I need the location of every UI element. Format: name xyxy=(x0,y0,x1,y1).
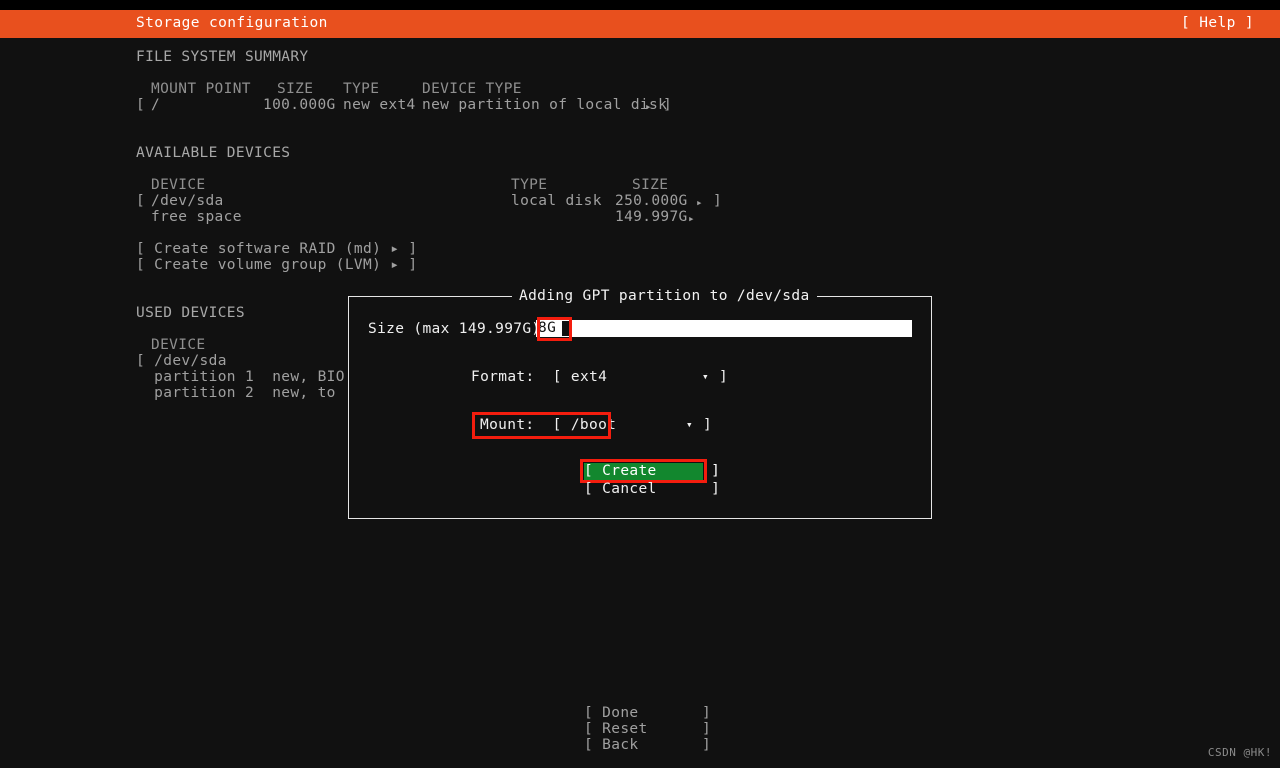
top-black-strip xyxy=(0,0,1280,10)
ad-col-device: DEVICE xyxy=(151,177,206,193)
watermark: CSDN @HK! xyxy=(1207,746,1272,759)
fs-row-open-bracket: [ xyxy=(136,97,146,113)
mount-label: Mount: xyxy=(480,417,535,433)
create-software-raid-button[interactable]: [ Create software RAID (md) ▸ ] xyxy=(136,241,417,257)
ud-col-device: DEVICE xyxy=(151,337,206,353)
size-label: Size (max 149.997G): xyxy=(368,321,550,337)
chevron-right-icon[interactable]: ▸ xyxy=(645,99,652,115)
fs-col-device-type: DEVICE TYPE xyxy=(422,81,522,97)
ad-row0-close-bracket: ] xyxy=(713,193,723,209)
ad-row0-type: local disk xyxy=(511,193,602,209)
app-header: Storage configuration [ Help ] xyxy=(0,10,1280,38)
ad-col-size: SIZE xyxy=(632,177,669,193)
mount-close-bracket: ] xyxy=(703,417,713,433)
help-button[interactable]: [ Help ] xyxy=(1181,15,1254,31)
mount-select[interactable]: Mount: [ /boot xyxy=(480,417,616,433)
table-row[interactable]: [ /dev/sda xyxy=(136,353,227,369)
ad-row0-open-bracket: [ xyxy=(136,193,146,209)
done-button[interactable]: [ Done ] xyxy=(584,705,711,721)
table-row[interactable]: partition 1 new, BIO xyxy=(136,369,345,385)
reset-button[interactable]: [ Reset ] xyxy=(584,721,711,737)
create-button[interactable]: [ Create ] xyxy=(584,463,720,480)
cancel-button[interactable]: [ Cancel ] xyxy=(584,481,720,497)
table-row[interactable]: partition 2 new, to xyxy=(136,385,336,401)
used-devices-heading: USED DEVICES xyxy=(136,305,245,321)
mount-value: /boot xyxy=(570,417,617,433)
format-value: ext4 xyxy=(570,369,608,385)
text-cursor xyxy=(562,321,571,336)
available-devices-heading: AVAILABLE DEVICES xyxy=(136,145,291,161)
mount-open-bracket: [ xyxy=(552,417,562,433)
size-input[interactable]: 8G xyxy=(536,320,912,337)
chevron-right-icon[interactable]: ▸ xyxy=(696,195,703,211)
size-input-value: 8G xyxy=(538,320,557,336)
chevron-right-icon[interactable]: ▸ xyxy=(688,211,695,227)
fs-row-device-type: new partition of local disk xyxy=(422,97,668,113)
table-row[interactable]: /dev/sda xyxy=(151,193,224,209)
format-label: Format: xyxy=(471,369,535,385)
fs-row-close-bracket: ] xyxy=(663,97,673,113)
create-volume-group-button[interactable]: [ Create volume group (LVM) ▸ ] xyxy=(136,257,417,273)
dialog-title: Adding GPT partition to /dev/sda xyxy=(512,288,817,304)
ad-col-type: TYPE xyxy=(511,177,548,193)
file-system-summary-heading: FILE SYSTEM SUMMARY xyxy=(136,49,309,65)
fs-row-type: new ext4 xyxy=(343,97,416,113)
table-row[interactable]: / xyxy=(151,97,160,113)
page-title: Storage configuration xyxy=(136,15,328,31)
fs-col-type: TYPE xyxy=(343,81,380,97)
ad-row1-size: 149.997G xyxy=(615,209,688,225)
format-close-bracket: ] xyxy=(719,369,729,385)
format-open-bracket: [ xyxy=(552,369,562,385)
chevron-down-icon[interactable]: ▾ xyxy=(702,369,709,385)
terminal-screen: Storage configuration [ Help ] FILE SYST… xyxy=(0,0,1280,768)
fs-col-mount-point: MOUNT POINT xyxy=(151,81,251,97)
fs-col-size: SIZE xyxy=(277,81,314,97)
fs-row-size: 100.000G xyxy=(263,97,336,113)
ad-row0-size: 250.000G xyxy=(615,193,688,209)
chevron-down-icon[interactable]: ▾ xyxy=(686,417,693,433)
table-row[interactable]: free space xyxy=(151,209,242,225)
format-select[interactable]: Format: [ ext4 xyxy=(471,369,607,385)
back-button[interactable]: [ Back ] xyxy=(584,737,711,753)
